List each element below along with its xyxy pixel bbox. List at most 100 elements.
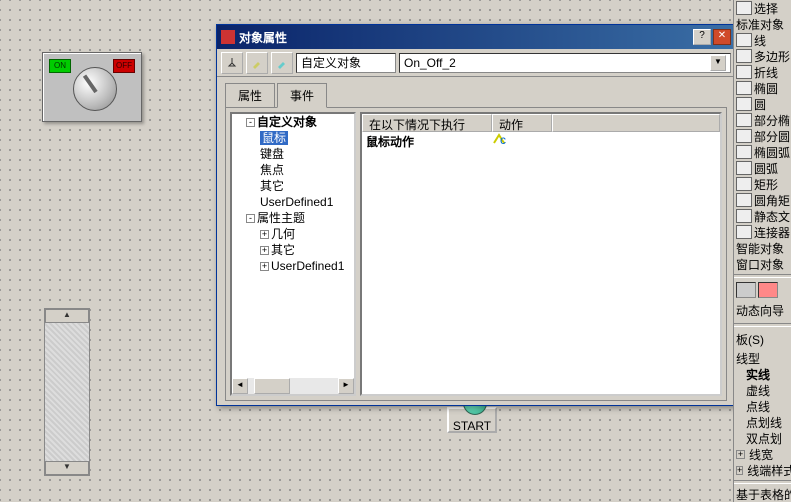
tree-ud2[interactable]: +UserDefined1 (260, 258, 354, 274)
collapse-icon[interactable]: - (246, 214, 255, 223)
tree-other2[interactable]: +其它 (260, 242, 354, 258)
group-lineweight[interactable]: +线宽 (734, 446, 791, 462)
tab-strip: 属性 事件 (217, 77, 735, 107)
expand-icon[interactable]: + (260, 230, 269, 239)
rrect-icon (736, 193, 752, 207)
svg-text:c: c (500, 133, 506, 145)
dial-knob[interactable] (73, 67, 117, 111)
tab-attributes[interactable]: 属性 (225, 83, 275, 107)
tool-select[interactable]: 选择 (734, 0, 791, 16)
pie-icon (736, 129, 752, 143)
dial-on-label: ON (49, 59, 71, 73)
line-dashdotdot[interactable]: 双点划 (734, 430, 791, 446)
tree-focus[interactable]: 焦点 (260, 162, 354, 178)
tool-pie[interactable]: 部分圆 (734, 128, 791, 144)
color-swatches (734, 280, 791, 300)
rect-icon (736, 177, 752, 191)
palette-label: 板(S) (734, 329, 791, 350)
scroll-left-button[interactable]: ◄ (232, 378, 248, 394)
tool-ellarc[interactable]: 椭圆弧 (734, 144, 791, 160)
list-row[interactable]: 鼠标动作 c (362, 132, 720, 150)
scroll-thumb[interactable] (254, 378, 290, 394)
eyedrop2-button[interactable] (271, 52, 293, 74)
dialog-title: 对象属性 (239, 29, 691, 46)
right-toolbox: 选择 标准对象 线 多边形 折线 椭圆 圆 部分椭 部分圆 椭圆弧 圆弧 矩形 … (733, 0, 791, 502)
group-lineend[interactable]: +线端样式 (734, 462, 791, 478)
tool-partell[interactable]: 部分椭 (734, 112, 791, 128)
expand-icon[interactable]: + (260, 246, 269, 255)
start-button[interactable]: START (447, 407, 497, 433)
dial-off-label: OFF (113, 59, 135, 73)
line-dashdot[interactable]: 点划线 (734, 414, 791, 430)
tool-polyline[interactable]: 折线 (734, 64, 791, 80)
tree-other[interactable]: 其它 (260, 178, 354, 194)
slider-up-button[interactable]: ▲ (45, 309, 89, 323)
close-button[interactable]: ✕ (713, 29, 731, 45)
footer-note: 基于表格的 (734, 486, 791, 502)
connector-icon (736, 225, 752, 239)
tab-events[interactable]: 事件 (277, 83, 327, 108)
tree-ud1[interactable]: UserDefined1 (260, 194, 354, 210)
tree-mouse[interactable]: 鼠标 (260, 130, 354, 146)
help-button[interactable]: ? (693, 29, 711, 45)
tool-polygon[interactable]: 多边形 (734, 48, 791, 64)
dialog-body: -自定义对象 鼠标 键盘 焦点 其它 UserDefined1 -属性主题 +几… (225, 107, 727, 401)
object-name-value: On_Off_2 (404, 56, 456, 70)
object-name-dropdown[interactable]: On_Off_2 ▼ (399, 53, 731, 73)
object-properties-dialog: 对象属性 ? ✕ 自定义对象 On_Off_2 ▼ 属性 事件 -自定义对象 鼠… (216, 24, 736, 406)
separator (734, 274, 791, 278)
event-tree[interactable]: -自定义对象 鼠标 键盘 焦点 其它 UserDefined1 -属性主题 +几… (230, 112, 356, 396)
swatch-pink[interactable] (758, 282, 778, 298)
circle-icon (736, 97, 752, 111)
cursor-icon (736, 1, 752, 15)
slider-track[interactable] (45, 323, 89, 461)
tool-line[interactable]: 线 (734, 32, 791, 48)
tree-keyboard[interactable]: 键盘 (260, 146, 354, 162)
polyline-icon (736, 65, 752, 79)
tree-hscroll[interactable]: ◄ ► (232, 378, 354, 394)
polygon-icon (736, 49, 752, 63)
dropdown-arrow-icon[interactable]: ▼ (710, 55, 726, 71)
tool-circle[interactable]: 圆 (734, 96, 791, 112)
action-script-icon[interactable]: c (492, 133, 508, 147)
slider-widget[interactable]: ▲ ▼ (44, 308, 90, 476)
tree-root[interactable]: -自定义对象 鼠标 键盘 焦点 其它 UserDefined1 (246, 114, 354, 210)
tool-stext[interactable]: 静态文 (734, 208, 791, 224)
separator (734, 480, 791, 484)
row-exec: 鼠标动作 (362, 132, 492, 150)
pin-button[interactable] (221, 52, 243, 74)
line-solid[interactable]: 实线 (734, 366, 791, 382)
collapse-icon[interactable]: - (246, 118, 255, 127)
dial-widget[interactable]: ON OFF (42, 52, 142, 122)
scroll-right-button[interactable]: ► (338, 378, 354, 394)
tool-arc[interactable]: 圆弧 (734, 160, 791, 176)
tool-connector[interactable]: 连接器 (734, 224, 791, 240)
tool-ellipse[interactable]: 椭圆 (734, 80, 791, 96)
line-dot[interactable]: 点线 (734, 398, 791, 414)
eyedrop1-button[interactable] (246, 52, 268, 74)
slider-down-button[interactable]: ▼ (45, 461, 89, 475)
group-linetype[interactable]: 线型 (734, 350, 791, 366)
tree-geom[interactable]: +几何 (260, 226, 354, 242)
tool-rect[interactable]: 矩形 (734, 176, 791, 192)
expand-icon[interactable]: + (260, 262, 269, 271)
group-winobj[interactable]: 窗口对象 (734, 256, 791, 272)
titlebar[interactable]: 对象属性 ? ✕ (217, 25, 735, 49)
col-exec[interactable]: 在以下情况下执行 (362, 114, 492, 132)
ellipse-icon (736, 81, 752, 95)
arc-icon (736, 161, 752, 175)
dynguide-label: 动态向导 (734, 300, 791, 321)
scroll-track[interactable] (248, 378, 338, 394)
col-action[interactable]: 动作 (492, 114, 552, 132)
separator (734, 323, 791, 327)
swatch-grey[interactable] (736, 282, 756, 298)
partellipse-icon (736, 113, 752, 127)
group-stdobj[interactable]: 标准对象 (734, 16, 791, 32)
group-smart[interactable]: 智能对象 (734, 240, 791, 256)
tool-rrect[interactable]: 圆角矩 (734, 192, 791, 208)
object-type-field: 自定义对象 (296, 53, 396, 73)
line-dash[interactable]: 虚线 (734, 382, 791, 398)
tree-topic[interactable]: -属性主题 +几何 +其它 +UserDefined1 (246, 210, 354, 274)
event-list[interactable]: 在以下情况下执行 动作 鼠标动作 c (360, 112, 722, 396)
col-spacer (552, 114, 720, 132)
